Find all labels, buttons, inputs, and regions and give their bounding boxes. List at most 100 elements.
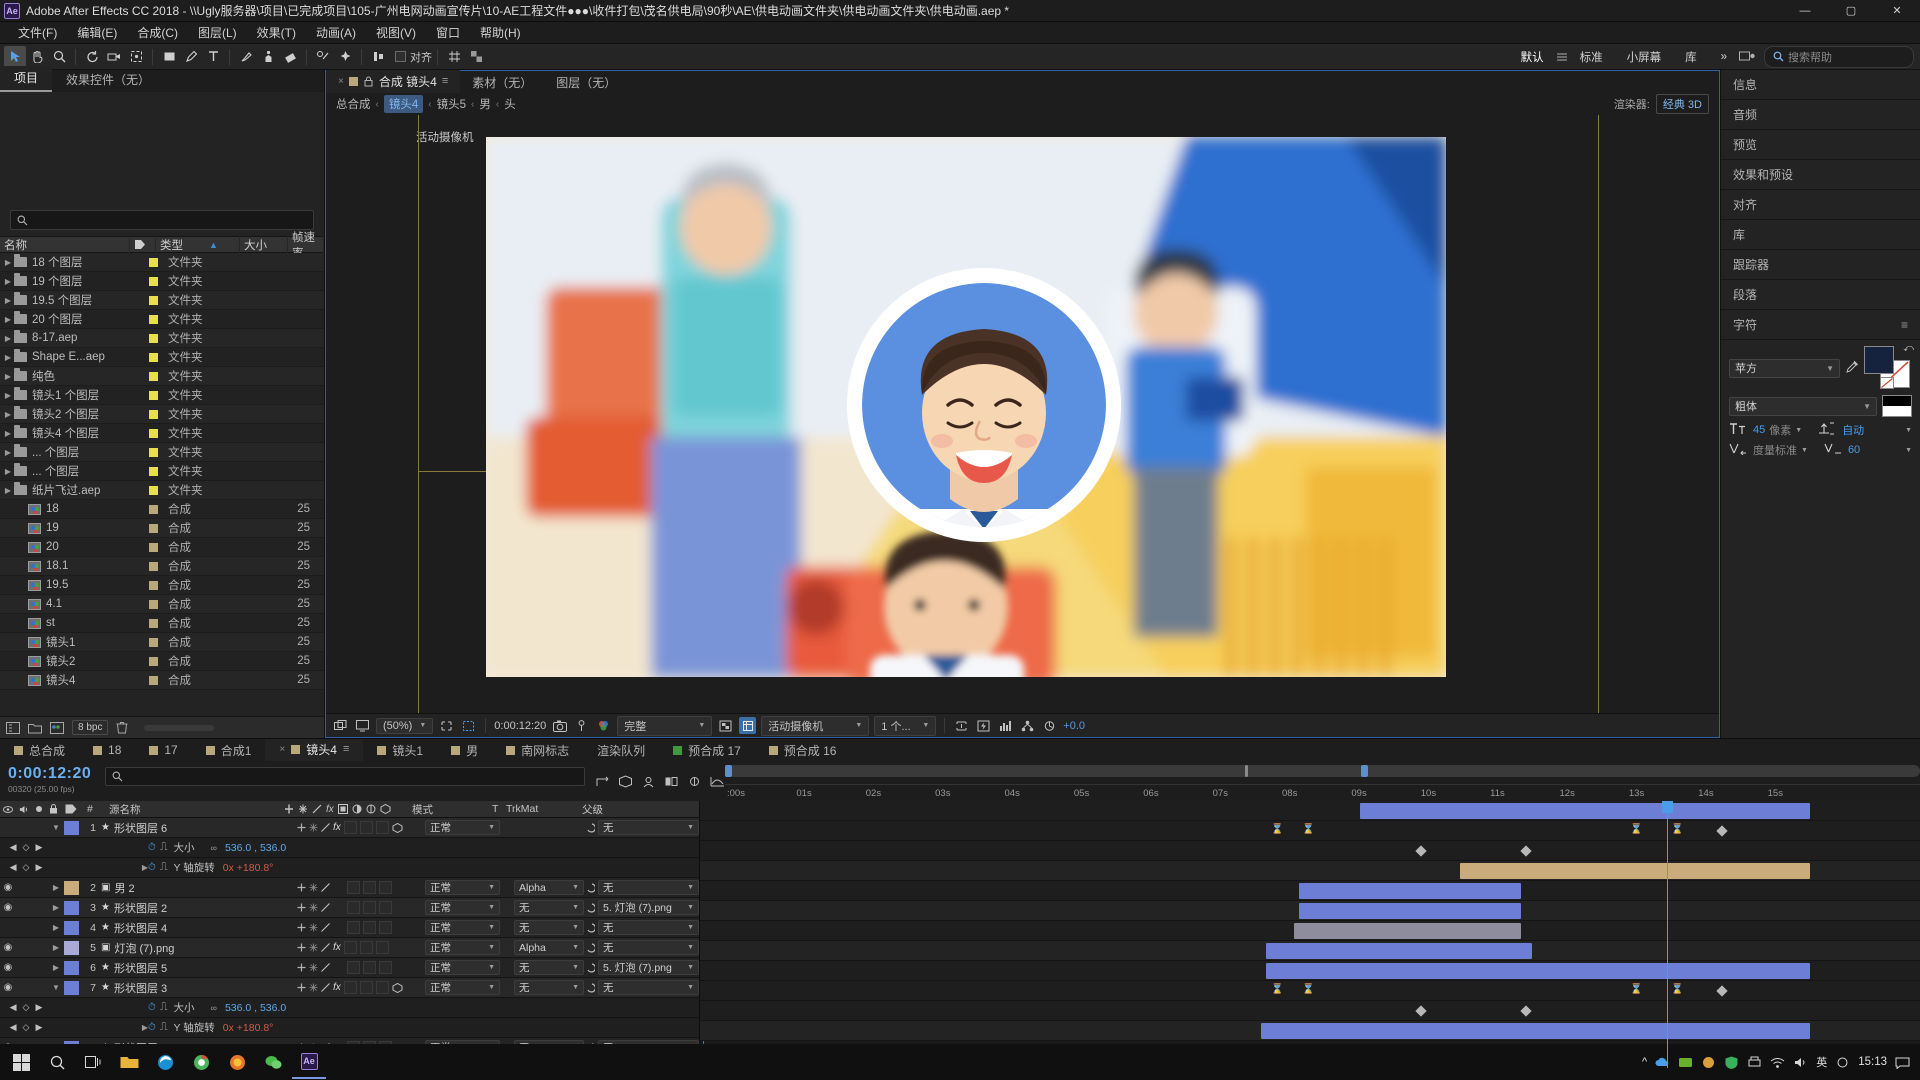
camera-view-selector[interactable]: 活动摄像机 ▼	[761, 716, 869, 736]
chevron-down-icon[interactable]: ▼	[1801, 447, 1808, 454]
project-scrollbar[interactable]	[144, 725, 214, 731]
current-time-display[interactable]: 0:00:12:20 00320 (25.00 fps)	[0, 761, 105, 801]
nvidia-icon[interactable]	[1678, 1056, 1693, 1069]
add-keyframe-icon[interactable]: ◇	[23, 862, 30, 873]
breadcrumb-item-3[interactable]: 男	[479, 96, 491, 112]
panel-align[interactable]: 对齐	[1721, 190, 1920, 220]
layer-row[interactable]: ▶4★形状图层 4正常▼无▼无▼	[0, 918, 699, 938]
comp-flowchart-icon[interactable]	[1019, 717, 1036, 734]
blend-mode-select[interactable]: 正常▼	[425, 920, 500, 935]
delete-icon[interactable]	[116, 721, 128, 734]
timeline-tab[interactable]: 渲染队列	[583, 739, 659, 761]
brush-tool-icon[interactable]	[235, 46, 257, 68]
parent-select[interactable]: 5. 灯泡 (7).png▼	[598, 960, 699, 975]
chevron-down-icon[interactable]: ▼	[1905, 447, 1912, 454]
project-item-row[interactable]: ▶19.5 个图层文件夹	[0, 291, 324, 310]
graph-editor-property-icon[interactable]: ⎍	[160, 1021, 168, 1034]
layer-source-name[interactable]: ★形状图层 5	[101, 960, 297, 976]
resolution-icon[interactable]	[438, 717, 455, 734]
disclosure-triangle-icon[interactable]: ▶	[2, 277, 14, 286]
parent-select[interactable]: 无▼	[598, 980, 699, 995]
label-color-swatch[interactable]	[149, 467, 158, 476]
col-framerate[interactable]: 帧速率	[288, 236, 324, 253]
layer-label-color[interactable]	[64, 981, 79, 995]
snapshot-camera-icon[interactable]	[551, 717, 568, 734]
project-item-row[interactable]: 18.1合成25	[0, 557, 324, 576]
layer-expand-triangle-icon[interactable]: ▶	[48, 883, 64, 892]
layer-source-name[interactable]: ▣男 2	[101, 880, 297, 896]
property-row[interactable]: ◀◇▶⏱⎍大小∞536.0 , 536.0	[0, 838, 699, 858]
project-item-row[interactable]: ▶镜头1 个图层文件夹	[0, 386, 324, 405]
source-name-header[interactable]: 源名称	[106, 801, 281, 818]
blend-mode-select[interactable]: 正常▼	[425, 980, 500, 995]
composition-mini-flowchart-icon[interactable]	[595, 775, 610, 791]
switch-box-1[interactable]	[347, 921, 360, 934]
parent-control[interactable]: 无▼	[584, 880, 699, 895]
project-search-input[interactable]	[10, 210, 314, 230]
after-effects-taskbar-icon[interactable]: Ae	[292, 1045, 326, 1079]
layer-label-color[interactable]	[64, 961, 79, 975]
project-item-row[interactable]: 20合成25	[0, 538, 324, 557]
task-view-icon[interactable]	[76, 1045, 110, 1079]
col-type[interactable]: 类型 ▲	[156, 236, 240, 253]
workspace-standard[interactable]: 标准	[1568, 46, 1615, 68]
property-track-row[interactable]: ⌛⌛⌛⌛	[700, 821, 1920, 841]
network-icon[interactable]	[1770, 1056, 1785, 1069]
parent-select[interactable]: 无▼	[598, 940, 699, 955]
renderer-value[interactable]: 经典 3D	[1656, 94, 1709, 114]
timeline-search-input[interactable]	[105, 767, 585, 786]
switch-box-1[interactable]	[347, 901, 360, 914]
menu-help[interactable]: 帮助(H)	[470, 22, 531, 43]
switch-box-1[interactable]	[344, 821, 357, 834]
switch-box-3[interactable]	[376, 821, 389, 834]
font-size-value[interactable]: 45	[1753, 424, 1765, 436]
previous-keyframe-icon[interactable]: ◀	[10, 842, 17, 853]
align-checkbox-group[interactable]: 对齐	[395, 49, 432, 65]
label-color-swatch[interactable]	[149, 353, 158, 362]
parent-pickwhip-icon[interactable]	[584, 962, 595, 973]
blend-mode-select[interactable]: 正常▼	[425, 820, 500, 835]
panel-effects-presets[interactable]: 效果和预设	[1721, 160, 1920, 190]
project-item-row[interactable]: ▶... 个图层文件夹	[0, 443, 324, 462]
project-item-row[interactable]: 18合成25	[0, 500, 324, 519]
keyframe-marker[interactable]	[1520, 1005, 1531, 1016]
track-matte-select[interactable]: 无▼	[514, 920, 584, 935]
layer-expand-triangle-icon[interactable]: ▶	[48, 963, 64, 972]
label-color-swatch[interactable]	[149, 277, 158, 286]
timeline-tab[interactable]: ×镜头4≡	[265, 739, 363, 761]
font-style-select[interactable]: 粗体 ▼	[1729, 397, 1877, 416]
timeline-tab[interactable]: 合成1	[192, 739, 266, 761]
label-color-swatch[interactable]	[149, 391, 158, 400]
parent-select[interactable]: 无▼	[598, 920, 699, 935]
zoom-tool-icon[interactable]	[48, 46, 70, 68]
keyframe-marker[interactable]	[1716, 825, 1727, 836]
ime-settings-icon[interactable]	[1835, 1056, 1850, 1069]
keyframe-marker[interactable]: ⌛	[1630, 984, 1642, 995]
interpret-footage-icon[interactable]	[6, 722, 20, 734]
layer-switches[interactable]: fx	[297, 941, 425, 954]
disclosure-triangle-icon[interactable]: ▶	[2, 258, 14, 267]
property-track-row[interactable]	[700, 841, 1920, 861]
panel-character-header[interactable]: 字符 ≡	[1721, 310, 1920, 340]
solo-toggle[interactable]	[32, 961, 48, 975]
disclosure-triangle-icon[interactable]: ▶	[2, 429, 14, 438]
project-item-row[interactable]: 镜头2合成25	[0, 652, 324, 671]
track-row[interactable]	[700, 861, 1920, 881]
blend-mode-header[interactable]: 模式	[409, 801, 489, 818]
property-group-triangle-icon[interactable]: ▶	[52, 1023, 148, 1032]
breadcrumb-item-1[interactable]: 镜头4	[384, 95, 423, 113]
track-matte-select[interactable]: 无▼	[514, 900, 584, 915]
label-color-swatch[interactable]	[149, 372, 158, 381]
layer-row[interactable]: ◉▶5▣灯泡 (7).pngfx正常▼Alpha▼无▼	[0, 938, 699, 958]
stopwatch-icon[interactable]: ⏱	[148, 1022, 156, 1033]
layer-rows-container[interactable]: ▼1★形状图层 6fx正常▼▼无▼◀◇▶⏱⎍大小∞536.0 , 536.0◀◇…	[0, 818, 699, 1058]
switch-box-2[interactable]	[363, 901, 376, 914]
menu-file[interactable]: 文件(F)	[8, 22, 67, 43]
disclosure-triangle-icon[interactable]: ▶	[2, 448, 14, 457]
property-group-triangle-icon[interactable]: ▶	[52, 863, 148, 872]
label-color-swatch[interactable]	[149, 619, 158, 628]
hide-shy-layers-icon[interactable]	[641, 775, 656, 791]
shape-tool-icon[interactable]	[158, 46, 180, 68]
parent-control[interactable]: 无▼	[584, 940, 699, 955]
default-colors-swatch[interactable]	[1882, 395, 1912, 417]
